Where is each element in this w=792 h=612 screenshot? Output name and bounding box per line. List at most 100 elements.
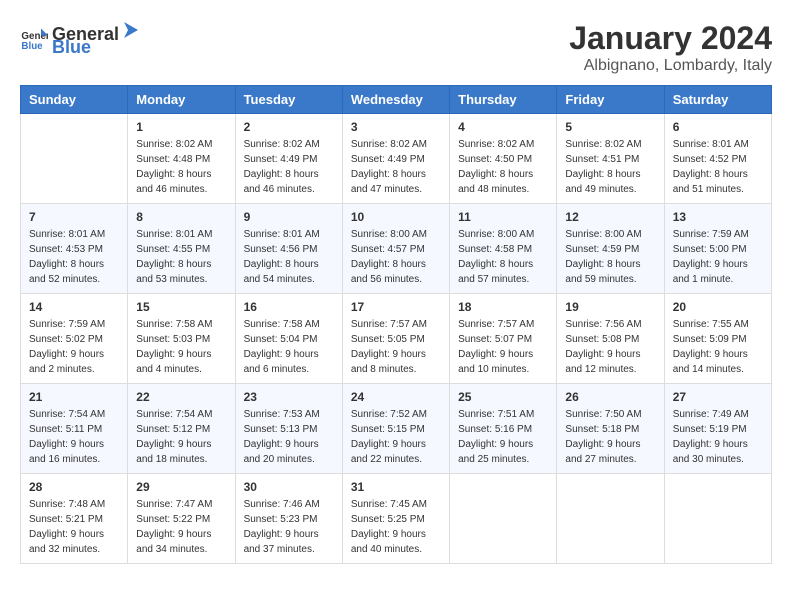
day-cell-1-1: 8Sunrise: 8:01 AMSunset: 4:55 PMDaylight… xyxy=(128,204,235,294)
day-info: Sunrise: 8:02 AMSunset: 4:50 PMDaylight:… xyxy=(458,137,548,197)
day-info: Sunrise: 7:54 AMSunset: 5:12 PMDaylight:… xyxy=(136,407,226,467)
day-info: Sunrise: 7:47 AMSunset: 5:22 PMDaylight:… xyxy=(136,497,226,557)
day-cell-4-2: 30 Sunrise: 7:46 AMSunset: 5:23 PMDayligh… xyxy=(235,474,342,564)
header-friday: Friday xyxy=(557,86,664,114)
day-cell-2-6: 20 Sunrise: 7:55 AMSunset: 5:09 PMDayligh… xyxy=(664,294,771,384)
day-number: 14 xyxy=(29,300,119,314)
day-cell-1-2: 9Sunrise: 8:01 AMSunset: 4:56 PMDaylight… xyxy=(235,204,342,294)
day-info: Sunrise: 7:51 AMSunset: 5:16 PMDaylight:… xyxy=(458,407,548,467)
day-number: 25 xyxy=(458,390,548,404)
day-info: Sunrise: 7:58 AMSunset: 5:04 PMDaylight:… xyxy=(244,317,334,377)
day-number: 30 xyxy=(244,480,334,494)
day-info: Sunrise: 8:01 AMSunset: 4:55 PMDaylight:… xyxy=(136,227,226,287)
day-number: 31 xyxy=(351,480,441,494)
day-number: 23 xyxy=(244,390,334,404)
day-info: Sunrise: 7:59 AMSunset: 5:02 PMDaylight:… xyxy=(29,317,119,377)
day-cell-4-4 xyxy=(450,474,557,564)
day-cell-3-4: 25 Sunrise: 7:51 AMSunset: 5:16 PMDayligh… xyxy=(450,384,557,474)
day-number: 19 xyxy=(565,300,655,314)
day-info: Sunrise: 7:57 AMSunset: 5:07 PMDaylight:… xyxy=(458,317,548,377)
header: General Blue General Blue January 2024 A… xyxy=(20,20,772,75)
day-info: Sunrise: 7:50 AMSunset: 5:18 PMDaylight:… xyxy=(565,407,655,467)
day-cell-1-3: 10 Sunrise: 8:00 AMSunset: 4:57 PMDayligh… xyxy=(342,204,449,294)
day-cell-4-6 xyxy=(664,474,771,564)
day-number: 10 xyxy=(351,210,441,224)
day-number: 17 xyxy=(351,300,441,314)
day-number: 29 xyxy=(136,480,226,494)
day-cell-0-3: 3Sunrise: 8:02 AMSunset: 4:49 PMDaylight… xyxy=(342,114,449,204)
calendar-table: Sunday Monday Tuesday Wednesday Thursday… xyxy=(20,85,772,564)
header-thursday: Thursday xyxy=(450,86,557,114)
day-info: Sunrise: 7:52 AMSunset: 5:15 PMDaylight:… xyxy=(351,407,441,467)
location-title: Albignano, Lombardy, Italy xyxy=(569,57,772,75)
day-info: Sunrise: 8:01 AMSunset: 4:53 PMDaylight:… xyxy=(29,227,119,287)
day-info: Sunrise: 7:57 AMSunset: 5:05 PMDaylight:… xyxy=(351,317,441,377)
day-cell-4-0: 28 Sunrise: 7:48 AMSunset: 5:21 PMDayligh… xyxy=(21,474,128,564)
day-cell-2-2: 16 Sunrise: 7:58 AMSunset: 5:04 PMDayligh… xyxy=(235,294,342,384)
day-number: 20 xyxy=(673,300,763,314)
day-cell-4-5 xyxy=(557,474,664,564)
day-cell-1-0: 7 Sunrise: 8:01 AMSunset: 4:53 PMDaylight… xyxy=(21,204,128,294)
day-cell-1-4: 11Sunrise: 8:00 AMSunset: 4:58 PMDayligh… xyxy=(450,204,557,294)
day-number: 5 xyxy=(565,120,655,134)
day-number: 26 xyxy=(565,390,655,404)
day-info: Sunrise: 7:53 AMSunset: 5:13 PMDaylight:… xyxy=(244,407,334,467)
day-number: 15 xyxy=(136,300,226,314)
logo: General Blue General Blue xyxy=(20,20,141,58)
header-saturday: Saturday xyxy=(664,86,771,114)
day-number: 9 xyxy=(244,210,334,224)
day-cell-0-0 xyxy=(21,114,128,204)
day-info: Sunrise: 7:49 AMSunset: 5:19 PMDaylight:… xyxy=(673,407,763,467)
day-cell-4-1: 29 Sunrise: 7:47 AMSunset: 5:22 PMDayligh… xyxy=(128,474,235,564)
day-number: 1 xyxy=(136,120,226,134)
day-info: Sunrise: 7:58 AMSunset: 5:03 PMDaylight:… xyxy=(136,317,226,377)
day-info: Sunrise: 8:00 AMSunset: 4:59 PMDaylight:… xyxy=(565,227,655,287)
header-monday: Monday xyxy=(128,86,235,114)
day-cell-3-0: 21 Sunrise: 7:54 AMSunset: 5:11 PMDayligh… xyxy=(21,384,128,474)
day-cell-1-5: 12 Sunrise: 8:00 AMSunset: 4:59 PMDayligh… xyxy=(557,204,664,294)
day-number: 13 xyxy=(673,210,763,224)
day-info: Sunrise: 7:46 AMSunset: 5:23 PMDaylight:… xyxy=(244,497,334,557)
day-number: 11 xyxy=(458,210,548,224)
day-cell-3-2: 23 Sunrise: 7:53 AMSunset: 5:13 PMDayligh… xyxy=(235,384,342,474)
day-number: 7 xyxy=(29,210,119,224)
header-sunday: Sunday xyxy=(21,86,128,114)
week-row-4: 28 Sunrise: 7:48 AMSunset: 5:21 PMDayligh… xyxy=(21,474,772,564)
day-cell-0-2: 2 Sunrise: 8:02 AMSunset: 4:49 PMDaylight… xyxy=(235,114,342,204)
day-number: 24 xyxy=(351,390,441,404)
day-cell-2-4: 18 Sunrise: 7:57 AMSunset: 5:07 PMDayligh… xyxy=(450,294,557,384)
day-info: Sunrise: 8:02 AMSunset: 4:48 PMDaylight:… xyxy=(136,137,226,197)
day-info: Sunrise: 8:02 AMSunset: 4:51 PMDaylight:… xyxy=(565,137,655,197)
day-number: 28 xyxy=(29,480,119,494)
week-row-3: 21 Sunrise: 7:54 AMSunset: 5:11 PMDayligh… xyxy=(21,384,772,474)
weekday-header-row: Sunday Monday Tuesday Wednesday Thursday… xyxy=(21,86,772,114)
day-number: 2 xyxy=(244,120,334,134)
day-cell-1-6: 13Sunrise: 7:59 AMSunset: 5:00 PMDayligh… xyxy=(664,204,771,294)
day-info: Sunrise: 8:01 AMSunset: 4:52 PMDaylight:… xyxy=(673,137,763,197)
title-area: January 2024 Albignano, Lombardy, Italy xyxy=(569,20,772,75)
day-cell-3-3: 24 Sunrise: 7:52 AMSunset: 5:15 PMDayligh… xyxy=(342,384,449,474)
month-title: January 2024 xyxy=(569,20,772,57)
day-cell-2-3: 17 Sunrise: 7:57 AMSunset: 5:05 PMDayligh… xyxy=(342,294,449,384)
day-number: 27 xyxy=(673,390,763,404)
day-number: 21 xyxy=(29,390,119,404)
day-info: Sunrise: 7:54 AMSunset: 5:11 PMDaylight:… xyxy=(29,407,119,467)
day-info: Sunrise: 8:02 AMSunset: 4:49 PMDaylight:… xyxy=(244,137,334,197)
week-row-1: 7 Sunrise: 8:01 AMSunset: 4:53 PMDaylight… xyxy=(21,204,772,294)
day-info: Sunrise: 7:55 AMSunset: 5:09 PMDaylight:… xyxy=(673,317,763,377)
day-number: 16 xyxy=(244,300,334,314)
week-row-2: 14 Sunrise: 7:59 AMSunset: 5:02 PMDayligh… xyxy=(21,294,772,384)
day-cell-0-6: 6Sunrise: 8:01 AMSunset: 4:52 PMDaylight… xyxy=(664,114,771,204)
day-number: 4 xyxy=(458,120,548,134)
day-info: Sunrise: 7:48 AMSunset: 5:21 PMDaylight:… xyxy=(29,497,119,557)
day-info: Sunrise: 7:45 AMSunset: 5:25 PMDaylight:… xyxy=(351,497,441,557)
day-info: Sunrise: 8:00 AMSunset: 4:57 PMDaylight:… xyxy=(351,227,441,287)
header-wednesday: Wednesday xyxy=(342,86,449,114)
day-cell-2-5: 19Sunrise: 7:56 AMSunset: 5:08 PMDayligh… xyxy=(557,294,664,384)
day-cell-3-5: 26 Sunrise: 7:50 AMSunset: 5:18 PMDayligh… xyxy=(557,384,664,474)
day-cell-0-5: 5 Sunrise: 8:02 AMSunset: 4:51 PMDaylight… xyxy=(557,114,664,204)
day-cell-2-0: 14 Sunrise: 7:59 AMSunset: 5:02 PMDayligh… xyxy=(21,294,128,384)
day-number: 12 xyxy=(565,210,655,224)
day-number: 3 xyxy=(351,120,441,134)
day-number: 18 xyxy=(458,300,548,314)
